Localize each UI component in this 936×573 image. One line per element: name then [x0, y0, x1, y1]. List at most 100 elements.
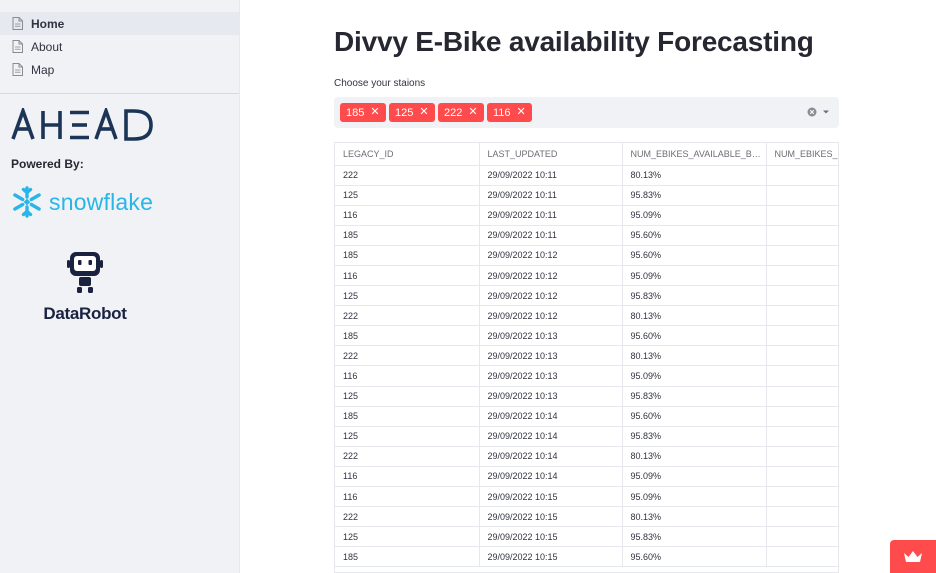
streamlit-badge[interactable]	[890, 540, 936, 573]
table-cell	[766, 245, 838, 266]
table-cell: 95.83%	[622, 185, 767, 206]
table-cell: 125	[335, 526, 480, 548]
document-icon	[12, 17, 23, 30]
table-cell	[766, 225, 838, 246]
tag-label: 116	[493, 106, 511, 119]
selected-tag[interactable]: 116 ✕	[487, 103, 532, 122]
column-header[interactable]: LAST_UPDATED	[479, 143, 623, 166]
selected-tag[interactable]: 125 ✕	[389, 103, 435, 122]
column-header[interactable]: NUM_EBIKES_AVAILABLE_B…	[622, 143, 767, 166]
table-cell: 80.13%	[622, 345, 767, 367]
column-header[interactable]: LEGACY_ID	[335, 143, 480, 166]
table-row[interactable]: 222 29/09/2022 10:11 80.13%	[335, 165, 838, 186]
table-cell: 29/09/2022 10:13	[479, 365, 623, 387]
document-icon	[12, 40, 23, 53]
table-row[interactable]: 125 29/09/2022 10:13 95.83%	[335, 386, 838, 407]
sidebar-item-about[interactable]: About	[0, 35, 239, 58]
tag-label: 185	[346, 106, 365, 119]
table-cell: 29/09/2022 10:14	[479, 426, 623, 447]
table-row[interactable]: 116 29/09/2022 10:11 95.09%	[335, 205, 838, 226]
table-cell: 95.83%	[622, 426, 767, 447]
document-icon	[12, 63, 23, 76]
clear-icon[interactable]	[807, 107, 817, 117]
table-cell	[766, 265, 838, 287]
table-cell: 95.09%	[622, 205, 767, 226]
table-cell: 222	[335, 446, 480, 467]
table-cell: 116	[335, 466, 480, 488]
table-row[interactable]: 222 29/09/2022 10:12 80.13%	[335, 305, 838, 327]
table-cell: 29/09/2022 10:15	[479, 546, 623, 568]
table-cell: 95.83%	[622, 526, 767, 548]
table-cell: 95.09%	[622, 265, 767, 287]
table-row[interactable]: 185 29/09/2022 10:13 95.60%	[335, 325, 838, 347]
table-cell: 29/09/2022 10:11	[479, 205, 623, 226]
table-cell	[766, 365, 838, 387]
table-cell: 116	[335, 265, 480, 287]
table-row[interactable]: 116 29/09/2022 10:12 95.09%	[335, 265, 838, 287]
table-row[interactable]: 185 29/09/2022 10:11 95.60%	[335, 225, 838, 246]
table-row[interactable]: 125 29/09/2022 10:12 95.83%	[335, 285, 838, 307]
table-cell: 29/09/2022 10:14	[479, 466, 623, 488]
table-cell	[766, 506, 838, 528]
table-cell: 125	[335, 285, 480, 307]
table-cell: 95.60%	[622, 546, 767, 568]
selected-tag[interactable]: 222 ✕	[438, 103, 484, 122]
table-cell	[766, 486, 838, 508]
close-icon[interactable]: ✕	[370, 107, 379, 118]
table-cell: 222	[335, 506, 480, 528]
table-cell	[766, 426, 838, 447]
tag-label: 125	[395, 106, 414, 119]
snowflake-wordmark: snowflake	[49, 188, 154, 215]
selected-tag[interactable]: 185 ✕	[340, 103, 386, 122]
table-cell	[766, 386, 838, 407]
table-row[interactable]: 222 29/09/2022 10:15 80.13%	[335, 506, 838, 528]
table-cell	[766, 446, 838, 467]
table-row[interactable]: 185 29/09/2022 10:15 95.60%	[335, 546, 838, 568]
table-cell: 116	[335, 365, 480, 387]
table-row[interactable]: 116 29/09/2022 10:15 95.09%	[335, 486, 838, 508]
station-multiselect[interactable]: 185 ✕ 125 ✕ 222 ✕ 116 ✕	[334, 97, 839, 128]
table-cell: 29/09/2022 10:12	[479, 285, 623, 307]
table-cell: 95.60%	[622, 225, 767, 246]
table-cell	[766, 205, 838, 226]
table-cell	[766, 526, 838, 548]
table-cell: 80.13%	[622, 305, 767, 327]
table-row[interactable]: 185 29/09/2022 10:14 95.60%	[335, 406, 838, 427]
table-cell: 80.13%	[622, 165, 767, 186]
sidebar-item-map[interactable]: Map	[0, 58, 239, 81]
table-cell: 185	[335, 245, 480, 266]
datarobot-logo: DataRobot	[30, 250, 140, 324]
close-icon[interactable]: ✕	[419, 107, 428, 118]
table-row[interactable]: 125 29/09/2022 10:15 95.83%	[335, 526, 838, 548]
table-row[interactable]: 116 29/09/2022 10:13 95.09%	[335, 365, 838, 387]
table-cell: 80.13%	[622, 446, 767, 467]
table-row[interactable]: 116 29/09/2022 10:14 95.09%	[335, 466, 838, 488]
table-cell: 95.83%	[622, 285, 767, 307]
table-cell: 185	[335, 225, 480, 246]
table-cell: 29/09/2022 10:14	[479, 446, 623, 467]
table-row[interactable]: 222 29/09/2022 10:14 80.13%	[335, 446, 838, 467]
table-cell	[766, 546, 838, 568]
sidebar-item-home[interactable]: Home	[0, 12, 239, 35]
crown-icon	[904, 550, 922, 562]
table-row[interactable]: 125 29/09/2022 10:14 95.83%	[335, 426, 838, 447]
table-cell: 95.60%	[622, 325, 767, 347]
chevron-down-icon[interactable]	[821, 107, 831, 117]
table-cell	[766, 325, 838, 347]
table-cell: 29/09/2022 10:14	[479, 406, 623, 427]
table-row[interactable]: 185 29/09/2022 10:12 95.60%	[335, 245, 838, 266]
close-icon[interactable]: ✕	[468, 107, 477, 118]
column-header[interactable]: NUM_EBIKES_	[766, 143, 838, 166]
table-row[interactable]: 125 29/09/2022 10:11 95.83%	[335, 185, 838, 206]
data-table[interactable]: LEGACY_ID LAST_UPDATED NUM_EBIKES_AVAILA…	[334, 142, 839, 573]
table-cell	[766, 345, 838, 367]
table-header-row: LEGACY_ID LAST_UPDATED NUM_EBIKES_AVAILA…	[335, 143, 838, 166]
table-body: 222 29/09/2022 10:11 80.13% 125 29/09/2022 1…	[335, 165, 838, 568]
table-row[interactable]: 222 29/09/2022 10:13 80.13%	[335, 345, 838, 367]
table-cell: 29/09/2022 10:11	[479, 185, 623, 206]
table-cell: 125	[335, 386, 480, 407]
close-icon[interactable]: ✕	[517, 107, 526, 118]
table-cell: 29/09/2022 10:15	[479, 526, 623, 548]
table-cell: 80.13%	[622, 506, 767, 528]
table-cell: 116	[335, 486, 480, 508]
